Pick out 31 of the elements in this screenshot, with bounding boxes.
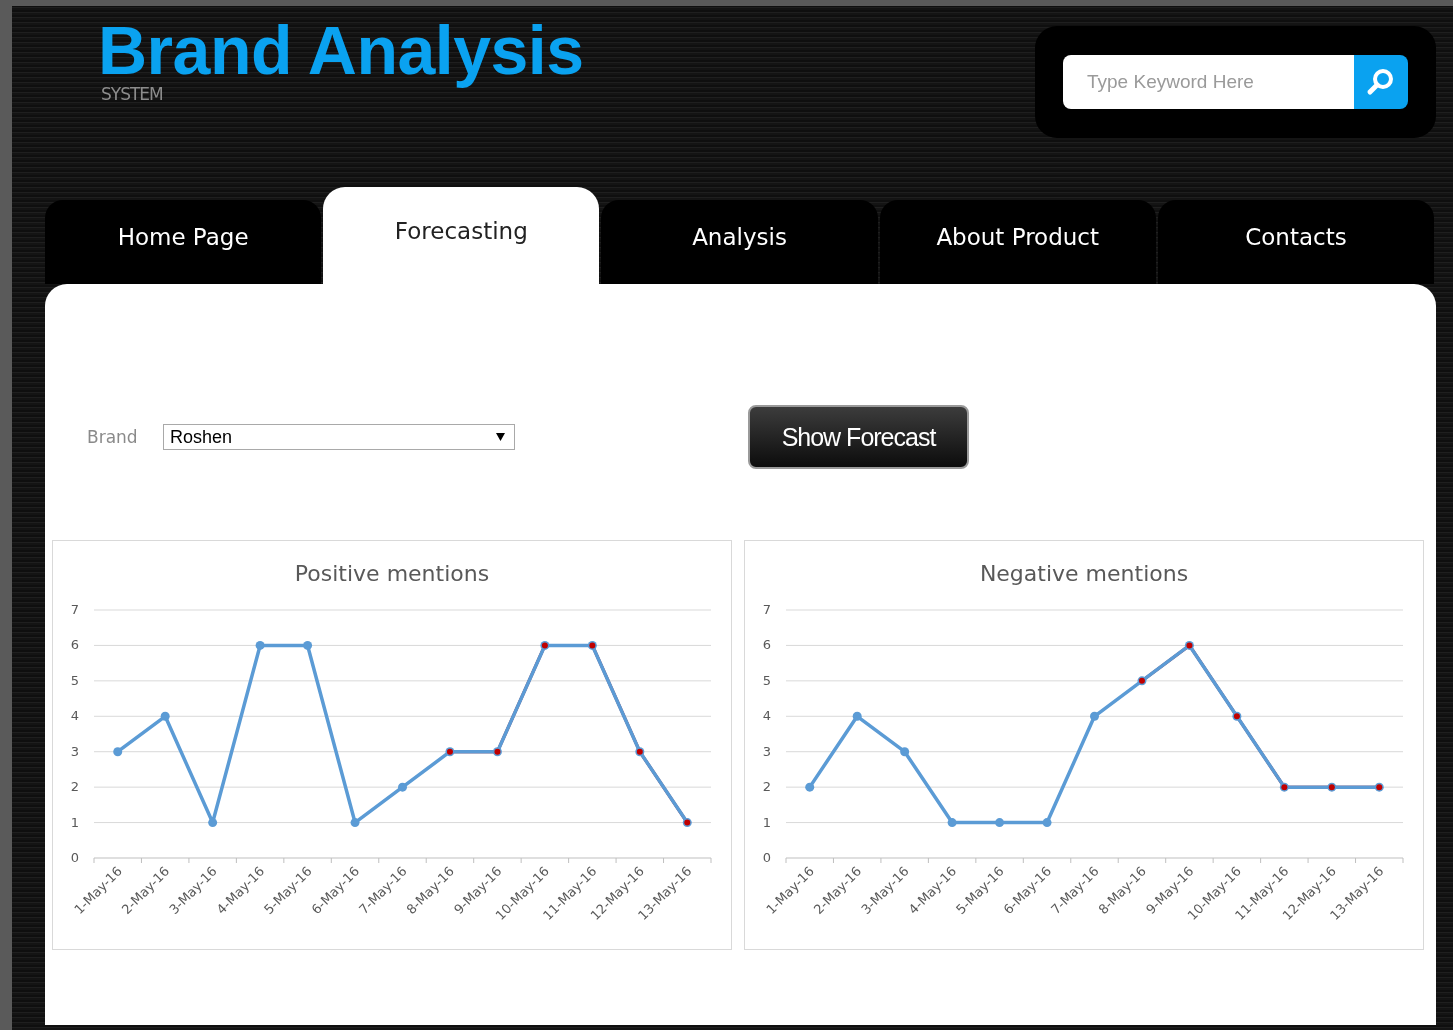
y-tick-label: 0: [762, 850, 772, 865]
brand-dropdown[interactable]: Roshen: [163, 424, 515, 450]
search-button[interactable]: [1354, 55, 1408, 109]
y-tick-label: 4: [762, 708, 772, 724]
y-tick-label: 7: [762, 602, 772, 617]
chart-title: Negative mentions: [979, 561, 1189, 586]
nav-tab[interactable]: About Product: [879, 200, 1156, 284]
y-tick-label: 5: [762, 672, 772, 688]
nav-tab[interactable]: Home Page: [45, 200, 322, 284]
search-icon: [1366, 67, 1396, 97]
y-tick-label: 6: [70, 637, 80, 653]
app-subtitle: SYSTEM: [101, 84, 164, 104]
y-tick-label: 6: [762, 637, 772, 653]
show-forecast-button[interactable]: Show Forecast: [748, 405, 969, 469]
dropdown-arrow-icon: [496, 433, 505, 441]
nav-tab[interactable]: Forecasting: [323, 187, 600, 284]
y-tick-label: 0: [70, 850, 80, 865]
y-tick-label: 3: [70, 743, 80, 759]
nav-tab[interactable]: Contacts: [1157, 200, 1434, 284]
brand-label: Brand: [87, 427, 139, 447]
search-field[interactable]: Type Keyword Here: [1063, 55, 1354, 109]
nav-tab[interactable]: Analysis: [601, 200, 878, 284]
y-tick-label: 5: [70, 672, 80, 688]
y-tick-label: 2: [762, 779, 772, 795]
y-tick-label: 7: [70, 602, 80, 617]
chart-title: Positive mentions: [294, 561, 490, 586]
y-tick-label: 4: [70, 708, 80, 724]
y-tick-label: 2: [70, 779, 80, 795]
y-tick-label: 1: [762, 814, 772, 830]
y-tick-label: 3: [762, 743, 772, 759]
y-tick-label: 1: [70, 814, 80, 830]
